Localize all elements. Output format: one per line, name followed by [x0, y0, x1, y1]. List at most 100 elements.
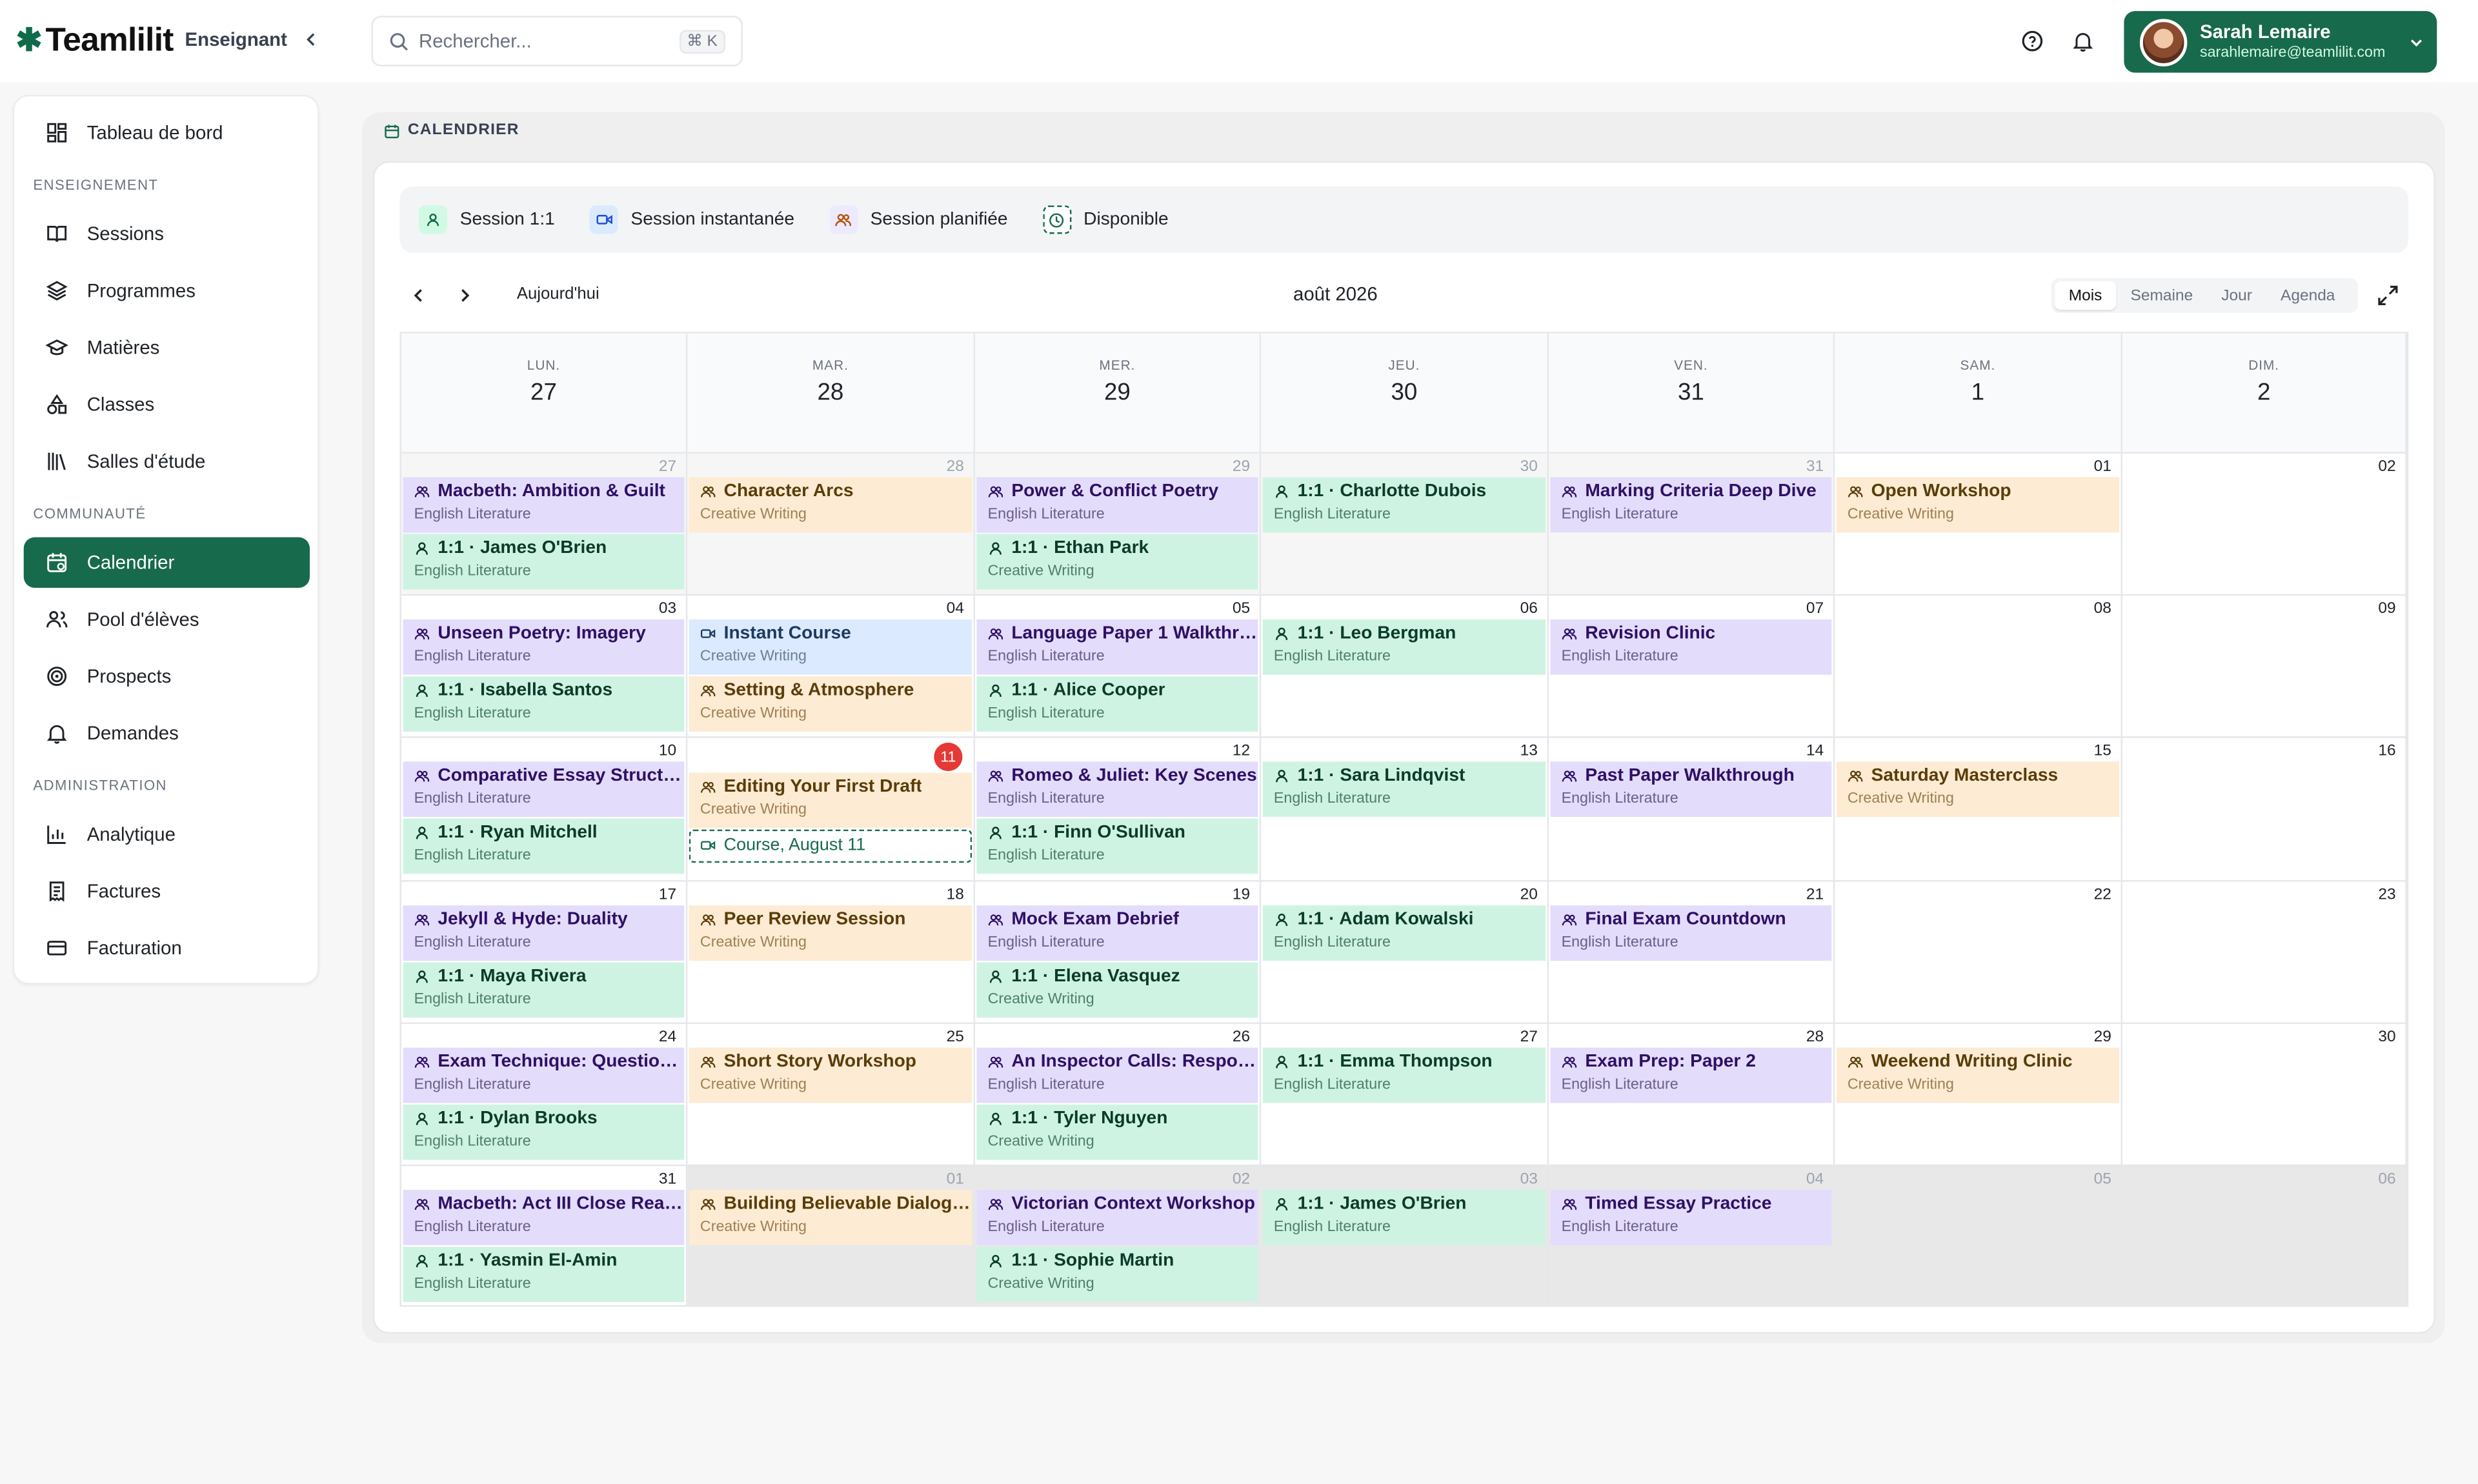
app-logo[interactable]: ✱ Teamlilit [15, 21, 174, 62]
calendar-event[interactable]: 1:1 · Sara Lindqvist English Literature [1262, 761, 1546, 817]
day-cell[interactable]: 11 Editing Your First Draft Creative Writi… [687, 736, 976, 881]
day-cell[interactable]: 02 [2122, 452, 2407, 594]
day-cell[interactable]: 22 [1835, 880, 2122, 1023]
calendar-event[interactable]: Revision Clinic English Literature [1550, 619, 1832, 675]
sidebar-item-layers[interactable]: Programmes [24, 265, 310, 316]
sidebar-item-users[interactable]: Pool d'élèves [24, 594, 310, 645]
calendar-event[interactable]: Open Workshop Creative Writing [1836, 477, 2120, 533]
day-cell[interactable]: 26 An Inspector Calls: Responsibility Engl… [975, 1022, 1262, 1165]
calendar-event[interactable]: Building Believable Dialogue Creative Wri… [689, 1190, 972, 1245]
calendar-event[interactable]: Exam Prep: Paper 2 English Literature [1550, 1047, 1832, 1103]
calendar-event[interactable]: Romeo & Juliet: Key Scenes English Litera… [976, 761, 1258, 817]
calendar-event[interactable]: Power & Conflict Poetry English Literatur… [976, 477, 1258, 533]
calendar-event[interactable]: Past Paper Walkthrough English Literature [1550, 761, 1832, 817]
view-week-button[interactable]: Semaine [2116, 281, 2207, 310]
calendar-event[interactable]: 1:1 · Emma Thompson English Literature [1262, 1047, 1546, 1103]
sidebar-item-calendar[interactable]: Calendrier [23, 537, 310, 588]
calendar-event[interactable]: Peer Review Session Creative Writing [689, 905, 972, 961]
day-cell[interactable]: 30 1:1 · Charlotte Dubois English Literatu… [1261, 452, 1549, 594]
day-cell[interactable]: 31 Macbeth: Act III Close Reading English … [401, 1164, 688, 1307]
calendar-event[interactable]: Mock Exam Debrief English Literature [976, 905, 1258, 961]
calendar-event[interactable]: Saturday Masterclass Creative Writing [1836, 761, 2120, 817]
day-cell[interactable]: 08 [1835, 594, 2122, 737]
day-cell[interactable]: 16 [2122, 736, 2407, 881]
day-cell[interactable]: 10 Comparative Essay Structure English Lit… [401, 736, 688, 881]
sidebar-item-bell[interactable]: Demandes [24, 708, 310, 758]
calendar-event[interactable]: 1:1 · Adam Kowalski English Literature [1262, 905, 1546, 961]
prev-month-button[interactable] [403, 285, 434, 306]
day-cell[interactable]: 05 Language Paper 1 Walkthrough English Li… [975, 594, 1262, 737]
day-cell[interactable]: 28 Exam Prep: Paper 2 English Literature [1549, 1022, 1835, 1165]
day-cell[interactable]: 04 Timed Essay Practice English Literature [1549, 1164, 1835, 1307]
day-cell[interactable]: 03 Unseen Poetry: Imagery English Literatu… [401, 594, 688, 737]
sidebar-item-target[interactable]: Prospects [24, 651, 310, 701]
calendar-event[interactable]: 1:1 · Finn O'Sullivan English Literature [976, 818, 1258, 874]
role-switcher[interactable]: Enseignant [185, 28, 319, 50]
day-cell[interactable]: 17 Jekyll & Hyde: Duality English Literatu… [401, 880, 688, 1023]
day-cell[interactable]: 21 Final Exam Countdown English Literature [1549, 880, 1835, 1023]
sidebar-item-bar-chart[interactable]: Analytique [24, 809, 310, 859]
calendar-event[interactable]: 1:1 · Sophie Martin Creative Writing [976, 1247, 1258, 1302]
day-cell[interactable]: 29 Power & Conflict Poetry English Literat… [975, 452, 1262, 594]
view-day-button[interactable]: Jour [2207, 281, 2266, 310]
day-cell[interactable]: 15 Saturday Masterclass Creative Writing [1835, 736, 2122, 881]
day-cell[interactable]: 25 Short Story Workshop Creative Writing [687, 1022, 976, 1165]
sidebar-item-credit-card[interactable]: Facturation [24, 923, 310, 973]
calendar-event[interactable]: 1:1 · Ryan Mitchell English Literature [403, 818, 685, 874]
calendar-event[interactable]: 1:1 · Maya Rivera English Literature [403, 962, 685, 1018]
calendar-event[interactable]: Jekyll & Hyde: Duality English Literature [403, 905, 685, 961]
calendar-event[interactable]: Weekend Writing Clinic Creative Writing [1836, 1047, 2120, 1103]
calendar-event[interactable]: Setting & Atmosphere Creative Writing [689, 676, 972, 732]
calendar-event[interactable]: Marking Criteria Deep Dive English Litera… [1550, 477, 1832, 533]
day-cell[interactable]: 29 Weekend Writing Clinic Creative Writing [1835, 1022, 2122, 1165]
day-cell[interactable]: 13 1:1 · Sara Lindqvist English Literature [1261, 736, 1549, 881]
today-button[interactable]: Aujourd'hui [517, 285, 599, 303]
expand-icon[interactable] [2377, 285, 2399, 306]
calendar-event[interactable]: An Inspector Calls: Responsibility Englis… [976, 1047, 1258, 1103]
calendar-event[interactable]: Victorian Context Workshop English Litera… [976, 1190, 1258, 1245]
user-menu[interactable]: Sarah Lemaire sarahlemaire@teamlilit.com [2124, 11, 2437, 73]
day-cell[interactable]: 24 Exam Technique: Question 5 English Lite… [401, 1022, 688, 1165]
day-cell[interactable]: 05 [1835, 1164, 2122, 1307]
help-button[interactable] [2015, 24, 2050, 59]
sidebar-item-graduation-cap[interactable]: Matières [24, 323, 310, 373]
calendar-event[interactable]: 1:1 · Ethan Park Creative Writing [976, 534, 1258, 590]
day-cell[interactable]: 03 1:1 · James O'Brien English Literature [1261, 1164, 1549, 1307]
calendar-event[interactable]: 1:1 · Dylan Brooks English Literature [403, 1104, 685, 1160]
sidebar-item-book[interactable]: Sessions [24, 208, 310, 259]
sidebar-item-shapes[interactable]: Classes [24, 379, 310, 430]
calendar-event[interactable]: 1:1 · Charlotte Dubois English Literature [1262, 477, 1546, 533]
calendar-event[interactable]: Short Story Workshop Creative Writing [689, 1047, 972, 1103]
day-cell[interactable]: 06 [2122, 1164, 2407, 1307]
calendar-event[interactable]: 1:1 · Alice Cooper English Literature [976, 676, 1258, 732]
day-cell[interactable]: 06 1:1 · Leo Bergman English Literature [1261, 594, 1549, 737]
calendar-event[interactable]: 1:1 · Elena Vasquez Creative Writing [976, 962, 1258, 1018]
day-cell[interactable]: 18 Peer Review Session Creative Writing [687, 880, 976, 1023]
calendar-event[interactable]: Instant Course Creative Writing [689, 619, 972, 675]
calendar-event[interactable]: 1:1 · Isabella Santos English Literature [403, 676, 685, 732]
notifications-button[interactable] [2066, 24, 2100, 59]
draft-event[interactable]: Course, August 11 [689, 829, 972, 863]
sidebar-item-library[interactable]: Salles d'étude [24, 436, 310, 486]
calendar-event[interactable]: Character Arcs Creative Writing [689, 477, 972, 533]
calendar-event[interactable]: Language Paper 1 Walkthrough English Lite… [976, 619, 1258, 675]
day-cell[interactable]: 09 [2122, 594, 2407, 737]
search-input[interactable]: Rechercher... [419, 30, 669, 52]
calendar-event[interactable]: Exam Technique: Question 5 English Litera… [403, 1047, 685, 1103]
calendar-event[interactable]: Timed Essay Practice English Literature [1550, 1190, 1832, 1245]
calendar-event[interactable]: 1:1 · Tyler Nguyen Creative Writing [976, 1104, 1258, 1160]
day-cell[interactable]: 01 Open Workshop Creative Writing [1835, 452, 2122, 594]
calendar-event[interactable]: Macbeth: Act III Close Reading English Li… [403, 1190, 685, 1245]
day-cell[interactable]: 14 Past Paper Walkthrough English Literatu… [1549, 736, 1835, 881]
day-cell[interactable]: 28 Character Arcs Creative Writing [687, 452, 976, 594]
calendar-event[interactable]: 1:1 · James O'Brien English Literature [403, 534, 685, 590]
day-cell[interactable]: 30 [2122, 1022, 2407, 1165]
day-cell[interactable]: 04 Instant Course Creative Writing Setting … [687, 594, 976, 737]
calendar-event[interactable]: 1:1 · Yasmin El-Amin English Literature [403, 1247, 685, 1302]
day-cell[interactable]: 20 1:1 · Adam Kowalski English Literature [1261, 880, 1549, 1023]
day-cell[interactable]: 27 Macbeth: Ambition & Guilt English Liter… [401, 452, 688, 594]
calendar-event[interactable]: Macbeth: Ambition & Guilt English Literat… [403, 477, 685, 533]
day-cell[interactable]: 02 Victorian Context Workshop English Lite… [975, 1164, 1262, 1307]
day-cell[interactable]: 12 Romeo & Juliet: Key Scenes English Lite… [975, 736, 1262, 881]
day-cell[interactable]: 01 Building Believable Dialogue Creative W… [687, 1164, 976, 1307]
